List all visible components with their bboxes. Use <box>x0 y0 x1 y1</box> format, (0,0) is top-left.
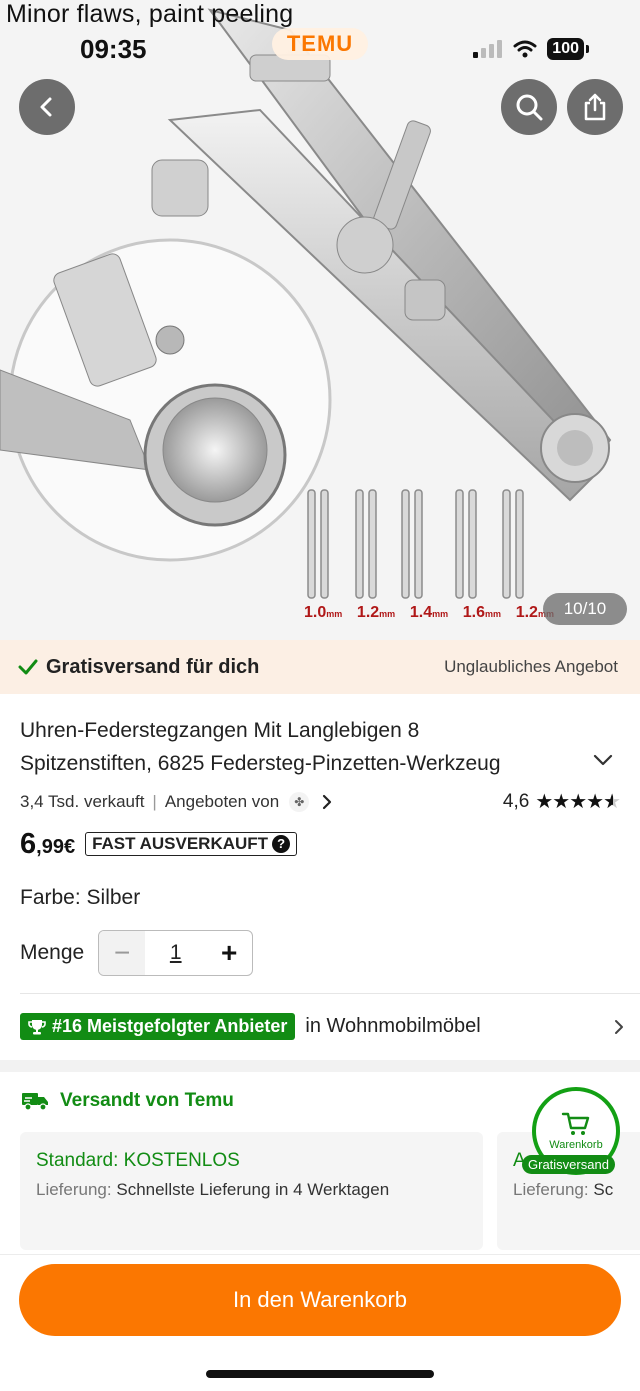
chevron-down-icon[interactable] <box>592 752 614 768</box>
rating-value: 4,6 <box>502 790 530 812</box>
seller-rank-row[interactable]: #16 Meistgefolgter Anbieter in Wohnmobil… <box>20 1013 625 1040</box>
search-button[interactable] <box>501 79 557 135</box>
product-title-line-1: Uhren-Federstegzangen Mit Langlebigen 8 <box>20 719 420 742</box>
pin-size-label: 1.2mm <box>356 604 396 621</box>
quantity-stepper: − 1 + <box>98 930 254 976</box>
free-shipping-label: Gratisversand für dich <box>18 656 259 679</box>
shipping-option-title: Standard: KOSTENLOS <box>36 1150 240 1171</box>
app-badge: TEMU <box>272 28 368 60</box>
cart-free-shipping-badge: Gratisversand <box>522 1155 615 1174</box>
chevron-left-icon <box>40 97 52 117</box>
almost-sold-out-text: FAST AUSVERKAUFT <box>92 834 269 853</box>
seller-link[interactable]: Angeboten von ✤ <box>164 791 333 812</box>
rating[interactable]: 4,6 ★★★★★ ★ <box>502 789 621 814</box>
product-title[interactable]: Uhren-Federstegzangen Mit Langlebigen 8 … <box>20 714 575 780</box>
image-counter: 10/10 <box>543 593 627 625</box>
divider <box>20 993 640 994</box>
product-title-line-2: Spitzenstiften, 6825 Federsteg-Pinzetten… <box>20 752 501 775</box>
status-time: 09:35 <box>80 34 147 64</box>
product-meta: 3,4 Tsd. verkauft | Angeboten von ✤ 4,6 … <box>20 789 621 814</box>
rank-category: in Wohnmobilmöbel <box>305 1015 481 1037</box>
delivery-label: Lieferung: <box>513 1180 589 1199</box>
decrease-quantity-button[interactable]: − <box>99 931 146 975</box>
increase-quantity-button[interactable]: + <box>206 931 252 975</box>
section-separator <box>0 1060 640 1072</box>
pin-size-label: 1.4mm <box>409 604 449 621</box>
offered-by-text: Angeboten von <box>164 791 280 811</box>
overlay-caption: Minor flaws, paint peeling <box>6 0 294 28</box>
shipping-option-delivery: Lieferung: Schnellste Lieferung in 4 Wer… <box>36 1180 467 1200</box>
rank-badge-text: #16 Meistgefolgter Anbieter <box>52 1016 288 1036</box>
question-icon: ? <box>272 835 291 853</box>
delivery-label: Lieferung: <box>36 1180 112 1199</box>
delivery-value: Schnellste Lieferung in 4 Werktagen <box>116 1180 390 1199</box>
pin-size-label: 1.6mm <box>462 604 502 621</box>
seller-logo-icon: ✤ <box>289 791 310 812</box>
cart-icon <box>561 1112 590 1135</box>
rank-badge: #16 Meistgefolgter Anbieter <box>20 1013 296 1040</box>
truck-icon <box>22 1093 48 1111</box>
search-icon <box>516 94 543 121</box>
star-rating-icon: ★★★★★ ★ <box>535 791 621 813</box>
add-to-cart-button[interactable]: In den Warenkorb <box>19 1264 621 1336</box>
free-shipping-text: Gratisversand für dich <box>46 655 260 678</box>
separator: | <box>152 791 157 811</box>
color-label: Farbe: Silber <box>20 886 141 909</box>
price-decimal: ,99€ <box>36 836 76 858</box>
price-integer: 6 <box>20 828 37 860</box>
shipped-by-text: Versandt von Temu <box>60 1090 234 1111</box>
battery-indicator: 100 <box>547 38 589 60</box>
share-icon <box>584 93 606 121</box>
quantity-row: Menge − 1 + <box>20 930 254 976</box>
check-icon <box>18 659 38 675</box>
pin-size-label: 1.0mm <box>304 604 343 621</box>
wifi-icon <box>513 40 537 58</box>
trophy-icon <box>28 1019 46 1034</box>
shipping-option-standard[interactable]: Standard: KOSTENLOS Lieferung: Schnellst… <box>20 1132 483 1250</box>
shipping-option-delivery: Lieferung: Sc <box>513 1180 640 1200</box>
shipped-by-row[interactable]: Versandt von Temu <box>20 1090 234 1112</box>
status-icons: 100 <box>473 38 589 60</box>
product-image-gallery[interactable]: 1.0mm 1.2mm 1.4mm 1.6mm 1.2mm Minor flaw… <box>0 0 640 640</box>
delivery-value: Sc <box>593 1180 614 1199</box>
pin-size-labels: 1.0mm 1.2mm 1.4mm 1.6mm 1.2mm <box>304 604 554 622</box>
price-row: 6 ,99€ FAST AUSVERKAUFT ? <box>20 828 298 861</box>
almost-sold-out-badge[interactable]: FAST AUSVERKAUFT ? <box>85 832 298 856</box>
sold-count: 3,4 Tsd. verkauft <box>20 791 145 811</box>
home-indicator[interactable] <box>206 1370 434 1378</box>
chevron-right-icon <box>615 1019 623 1034</box>
share-button[interactable] <box>567 79 623 135</box>
signal-icon <box>473 40 503 58</box>
free-shipping-banner: Gratisversand für dich Unglaubliches Ang… <box>0 640 640 694</box>
cart-label: Warenkorb <box>549 1139 603 1151</box>
deal-text: Unglaubliches Angebot <box>444 657 618 676</box>
chevron-right-icon <box>323 794 332 809</box>
quantity-value[interactable]: 1 <box>145 941 206 965</box>
quantity-label: Menge <box>20 941 85 964</box>
back-button[interactable] <box>19 79 75 135</box>
